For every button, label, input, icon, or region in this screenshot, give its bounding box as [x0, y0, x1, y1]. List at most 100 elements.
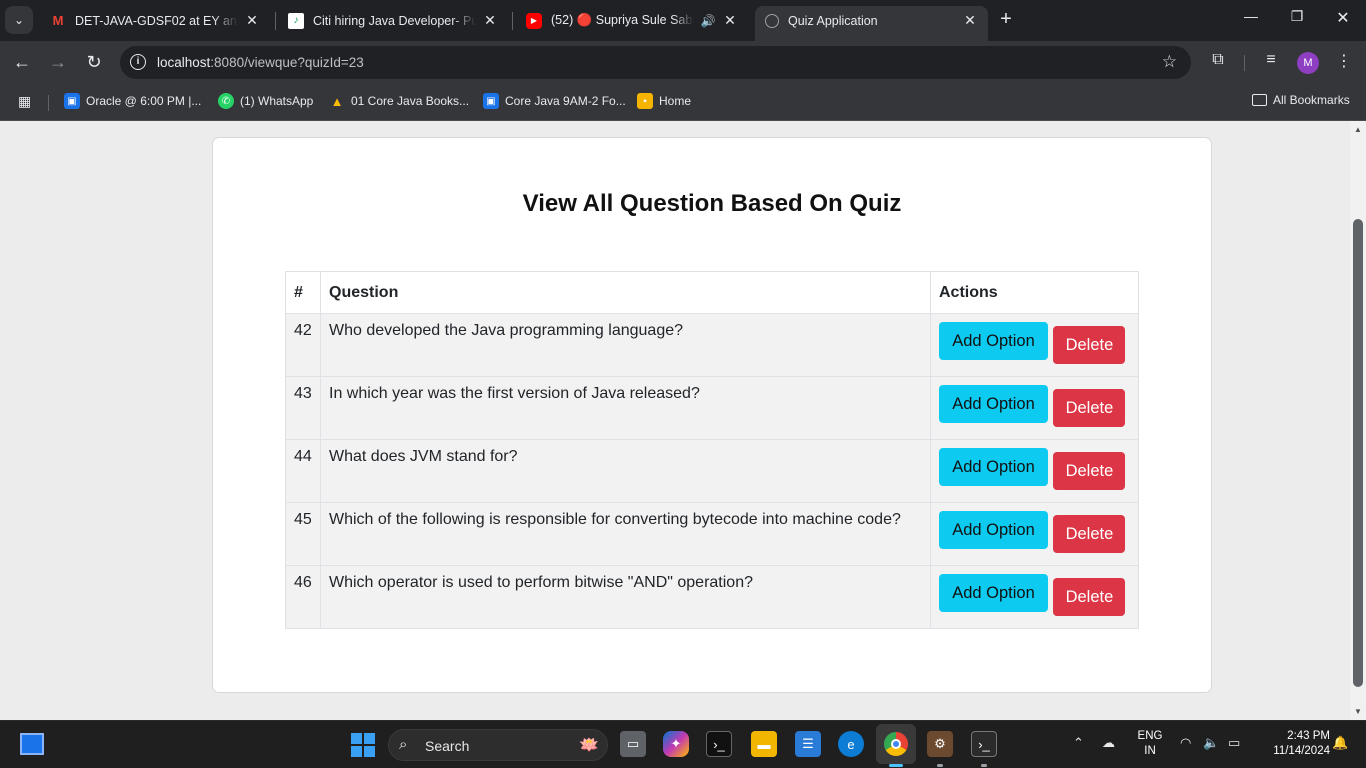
question-text: Which operator is used to perform bitwis… [320, 565, 931, 629]
page-title: View All Question Based On Quiz [522, 190, 902, 217]
copilot-icon[interactable]: ✦ [663, 731, 689, 757]
browser-tab-gmail[interactable]: M DET-JAVA-GDSF02 at EY and 9 ✕ [40, 6, 270, 35]
bookmark-core-java[interactable]: ▣ Core Java 9AM-2 Fo... [483, 93, 626, 109]
bookmark-oracle[interactable]: ▣ Oracle @ 6:00 PM |... [64, 93, 201, 109]
forward-icon[interactable]: → [46, 51, 70, 75]
bookmark-label: Oracle @ 6:00 PM |... [86, 94, 202, 108]
bookmark-drive[interactable]: ▲ 01 Core Java Books... [329, 93, 470, 109]
bookmark-whatsapp[interactable]: ✆ (1) WhatsApp [218, 93, 313, 109]
window-close-icon[interactable]: ✕ [1328, 8, 1358, 28]
tab-title: DET-JAVA-GDSF02 at EY and 9 [75, 13, 238, 28]
media-control-icon[interactable]: ≡ [1259, 51, 1283, 69]
bookmark-label: (1) WhatsApp [240, 94, 314, 108]
apps-icon[interactable]: ▦ [18, 93, 31, 110]
restore-icon[interactable]: ❐ [1282, 8, 1312, 25]
delete-button[interactable]: Delete [1053, 389, 1126, 427]
row-actions: Add Option Delete [930, 502, 1139, 566]
add-option-button[interactable]: Add Option [939, 448, 1048, 486]
bookmark-label: Home [659, 94, 692, 108]
question-id: 45 [285, 502, 321, 566]
close-icon[interactable]: ✕ [482, 12, 498, 29]
question-text: Which of the following is responsible fo… [320, 502, 931, 566]
browser-tab-quiz[interactable]: Quiz Application ✕ [755, 6, 988, 41]
notification-bell-icon[interactable]: 🔔 [1332, 735, 1348, 751]
file-explorer-icon[interactable]: ▬ [751, 731, 777, 757]
close-icon[interactable]: ✕ [722, 12, 738, 29]
scroll-down-icon[interactable]: ▼ [1354, 707, 1362, 716]
classroom-icon: ▣ [64, 93, 80, 109]
app-icon[interactable]: ⚙ [927, 731, 953, 757]
bookmarks-divider [48, 95, 49, 111]
all-bookmarks-label: All Bookmarks [1273, 93, 1350, 107]
browser-tab-youtube[interactable]: ▶ (52) 🔴 Supriya Sule Sabha 🔊 ✕ [516, 6, 748, 35]
chevron-up-icon[interactable]: ⌃ [1073, 735, 1084, 751]
back-icon[interactable]: ← [10, 51, 34, 75]
lotus-icon: 🪷 [579, 737, 599, 754]
new-tab-button[interactable]: + [995, 8, 1017, 32]
windows-taskbar: ⌕ Search 🪷 ▭ ✦ ›_ ▬ ☰ e ⚙ ›_ ⌃ ☁ ENG IN … [0, 720, 1366, 768]
browser-tab-naukri[interactable]: ♪ Citi hiring Java Developer- Pune ✕ [278, 6, 508, 35]
url-text[interactable]: localhost:8080/viewque?quizId=23 [157, 55, 364, 70]
question-text: Who developed the Java programming langu… [320, 313, 931, 377]
table-row: 45 Which of the following is responsible… [285, 502, 1139, 566]
start-button[interactable] [351, 733, 375, 757]
clock[interactable]: 2:43 PM 11/14/2024 [1254, 729, 1330, 759]
column-header-number: # [285, 271, 321, 314]
reload-icon[interactable]: ↻ [82, 51, 106, 75]
menu-icon[interactable]: ⋮ [1332, 51, 1356, 71]
image-icon: ▪ [637, 93, 653, 109]
address-bar[interactable]: i localhost:8080/viewque?quizId=23 ☆ [120, 46, 1191, 79]
search-icon: ⌕ [399, 736, 408, 753]
add-option-button[interactable]: Add Option [939, 511, 1048, 549]
widgets-icon[interactable] [20, 733, 44, 755]
clock-time: 2:43 PM [1287, 730, 1330, 742]
whatsapp-icon: ✆ [218, 93, 234, 109]
speaker-icon[interactable]: 🔊 [700, 14, 716, 28]
bookmark-star-icon[interactable]: ☆ [1162, 52, 1177, 72]
add-option-button[interactable]: Add Option [939, 322, 1048, 360]
delete-button[interactable]: Delete [1053, 326, 1126, 364]
add-option-button[interactable]: Add Option [939, 385, 1048, 423]
chrome-taskbar-button[interactable] [876, 724, 916, 764]
cloud-icon[interactable]: ☁ [1102, 735, 1115, 751]
table-header-row: # Question Actions [285, 271, 1139, 314]
row-actions: Add Option Delete [930, 439, 1139, 503]
taskbar-search[interactable]: ⌕ Search 🪷 [388, 729, 608, 761]
row-actions: Add Option Delete [930, 376, 1139, 440]
bookmark-home[interactable]: ▪ Home [637, 93, 691, 109]
tab-search-button[interactable]: ⌄ [5, 6, 33, 34]
all-bookmarks[interactable]: All Bookmarks [1252, 93, 1350, 107]
row-actions: Add Option Delete [930, 313, 1139, 377]
edge-icon[interactable]: e [838, 731, 864, 757]
page-scrollbar[interactable]: ▲ ▼ [1350, 121, 1366, 720]
delete-button[interactable]: Delete [1053, 452, 1126, 490]
notepad-icon[interactable]: ☰ [795, 731, 821, 757]
url-host: localhost [157, 55, 211, 70]
delete-button[interactable]: Delete [1053, 515, 1126, 553]
wifi-icon[interactable]: ◠ [1180, 735, 1191, 751]
volume-icon[interactable]: 🔈 [1203, 735, 1219, 751]
close-icon[interactable]: ✕ [962, 12, 978, 29]
command-prompt-icon[interactable]: ›_ [971, 731, 997, 757]
page-viewport: View All Question Based On Quiz # Questi… [0, 121, 1350, 720]
drive-icon: ▲ [330, 93, 344, 109]
chrome-icon [884, 732, 908, 756]
close-icon[interactable]: ✕ [244, 12, 260, 29]
task-view-icon[interactable]: ▭ [620, 731, 646, 757]
battery-icon[interactable]: ▭ [1228, 735, 1240, 751]
questions-table: # Question Actions 42 Who developed the … [285, 271, 1139, 629]
column-header-actions: Actions [930, 271, 1139, 314]
language-indicator[interactable]: ENG IN [1134, 729, 1166, 759]
terminal-icon[interactable]: ›_ [706, 731, 732, 757]
site-info-icon[interactable]: i [130, 54, 146, 70]
add-option-button[interactable]: Add Option [939, 574, 1048, 612]
scrollbar-thumb[interactable] [1353, 219, 1363, 687]
language-code: ENG [1137, 730, 1163, 742]
region-code: IN [1144, 745, 1156, 757]
minimize-icon[interactable]: — [1236, 8, 1266, 24]
scroll-up-icon[interactable]: ▲ [1354, 125, 1362, 134]
question-id: 42 [285, 313, 321, 377]
delete-button[interactable]: Delete [1053, 578, 1126, 616]
extensions-icon[interactable]: ⧉ [1206, 51, 1230, 69]
profile-avatar[interactable]: M [1297, 52, 1319, 74]
